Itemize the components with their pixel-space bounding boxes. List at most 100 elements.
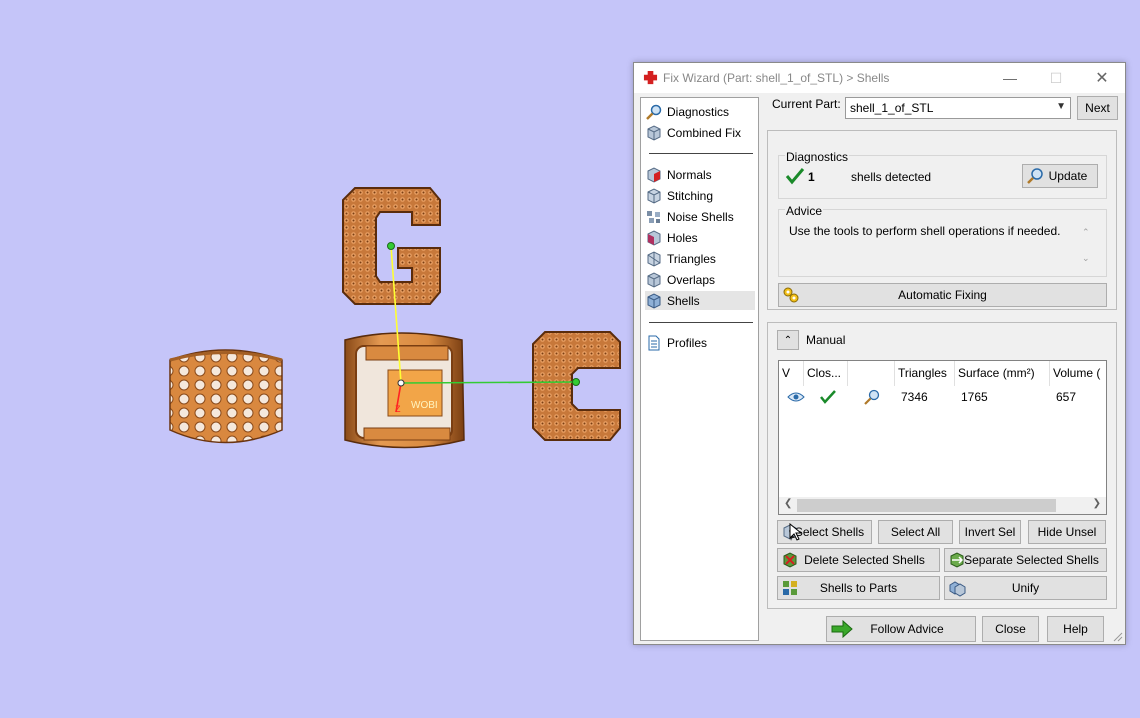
select-all-button[interactable]: Select All bbox=[878, 520, 953, 544]
shell-count: 1 bbox=[808, 170, 815, 184]
nav-item-stitching[interactable]: Stitching bbox=[645, 186, 755, 205]
part-label: WOBI bbox=[411, 400, 438, 411]
collapse-manual-button[interactable]: ⌃ bbox=[777, 330, 799, 350]
nav-label: Diagnostics bbox=[667, 104, 730, 119]
eye-icon[interactable] bbox=[784, 388, 808, 406]
nav-label: Shells bbox=[667, 293, 700, 308]
nav-label: Profiles bbox=[667, 335, 708, 350]
shells-to-parts-label: Shells to Parts bbox=[819, 581, 898, 595]
volume-value: 657 bbox=[1056, 390, 1077, 404]
shells-to-parts-icon bbox=[783, 581, 797, 595]
column-header-closed[interactable]: Clos... bbox=[804, 361, 848, 386]
normals-cube-icon bbox=[647, 166, 661, 183]
cube-icon bbox=[647, 124, 661, 141]
shells-to-parts-button[interactable]: Shells to Parts bbox=[777, 576, 940, 600]
fix-wizard-window: Fix Wizard (Part: shell_1_of_STL) > Shel… bbox=[633, 62, 1126, 645]
wizard-nav: Diagnostics Combined Fix Normals Stitchi… bbox=[640, 97, 759, 641]
column-header-surface[interactable]: Surface (mm²) bbox=[955, 361, 1050, 386]
document-icon bbox=[648, 335, 660, 350]
shells-cube-icon bbox=[647, 292, 661, 309]
triangles-cube-icon bbox=[647, 250, 661, 267]
maximize-button[interactable]: ☐ bbox=[1033, 63, 1079, 93]
diagnostics-title: Diagnostics bbox=[785, 150, 850, 164]
magnifier-icon[interactable] bbox=[860, 388, 884, 406]
scroll-right-icon[interactable]: ❯ bbox=[1093, 498, 1101, 509]
separate-selected-shells-button[interactable]: Separate Selected Shells bbox=[944, 548, 1107, 572]
chevron-down-icon: ▼ bbox=[1056, 101, 1066, 112]
nav-label: Stitching bbox=[667, 188, 714, 203]
nav-label: Triangles bbox=[667, 251, 716, 266]
delete-selected-label: Delete Selected Shells bbox=[804, 553, 925, 567]
hide-unselected-button[interactable]: Hide Unsel bbox=[1028, 520, 1106, 544]
nav-item-combined-fix[interactable]: Combined Fix bbox=[645, 123, 755, 142]
double-chevron-up-icon: ⌃ bbox=[783, 334, 793, 346]
close-button[interactable]: Close bbox=[982, 616, 1039, 642]
holes-cube-icon bbox=[647, 229, 661, 246]
nav-divider bbox=[649, 153, 753, 154]
resize-grip-icon[interactable] bbox=[1113, 632, 1123, 642]
nav-item-holes[interactable]: Holes bbox=[645, 228, 755, 247]
unify-icon bbox=[949, 581, 966, 597]
current-part-label: Current Part: bbox=[772, 97, 841, 111]
gears-icon bbox=[783, 287, 799, 303]
horizontal-scrollbar[interactable]: ❮ ❯ bbox=[779, 497, 1106, 514]
scroll-left-icon[interactable]: ❮ bbox=[784, 498, 792, 509]
nav-label: Holes bbox=[667, 230, 698, 245]
perforated-ring-model bbox=[169, 349, 283, 444]
column-header-inspect[interactable] bbox=[848, 361, 895, 386]
advice-title: Advice bbox=[785, 204, 824, 218]
unify-button[interactable]: Unify bbox=[944, 576, 1107, 600]
checkmark-icon bbox=[785, 168, 805, 185]
red-cross-icon bbox=[643, 70, 658, 85]
nav-item-profiles[interactable]: Profiles bbox=[645, 333, 755, 352]
update-button[interactable]: Update bbox=[1022, 164, 1098, 188]
arrow-right-icon bbox=[831, 620, 853, 638]
separate-selected-label: Separate Selected Shells bbox=[964, 553, 1099, 567]
delete-selected-shells-button[interactable]: Delete Selected Shells bbox=[777, 548, 940, 572]
column-header-visible[interactable]: V bbox=[779, 361, 804, 386]
help-button[interactable]: Help bbox=[1047, 616, 1104, 642]
nav-label: Overlaps bbox=[667, 272, 716, 287]
nav-item-shells[interactable]: Shells bbox=[645, 291, 755, 310]
nav-item-diagnostics[interactable]: Diagnostics bbox=[645, 102, 755, 121]
window-title: Fix Wizard (Part: shell_1_of_STL) > Shel… bbox=[663, 71, 890, 85]
magnifier-icon bbox=[1027, 168, 1043, 184]
close-window-button[interactable]: ✕ bbox=[1079, 63, 1125, 93]
current-part-select[interactable]: shell_1_of_STL ▼ bbox=[845, 97, 1071, 119]
overlaps-cube-icon bbox=[647, 271, 661, 288]
nav-item-overlaps[interactable]: Overlaps bbox=[645, 270, 755, 289]
column-header-volume[interactable]: Volume ( bbox=[1050, 361, 1106, 386]
advice-text: Use the tools to perform shell operation… bbox=[789, 224, 1061, 238]
manual-title: Manual bbox=[806, 333, 846, 347]
signet-ring-model: WOBI bbox=[344, 332, 465, 449]
automatic-fixing-button[interactable]: Automatic Fixing bbox=[778, 283, 1107, 307]
checkmark-icon bbox=[816, 388, 840, 406]
scrollbar-thumb[interactable] bbox=[797, 499, 1056, 512]
column-header-triangles[interactable]: Triangles bbox=[895, 361, 955, 386]
nav-label: Normals bbox=[667, 167, 712, 182]
triangles-value: 7346 bbox=[901, 390, 928, 404]
3d-viewport[interactable]: WOBI Z bbox=[0, 0, 630, 718]
shells-table: V Clos... Triangles Surface (mm²) Volume… bbox=[778, 360, 1107, 515]
advice-scrollbar[interactable]: ⌃ ⌄ bbox=[1082, 219, 1090, 271]
nav-item-noise-shells[interactable]: Noise Shells bbox=[645, 207, 755, 226]
mouse-cursor-icon bbox=[789, 523, 801, 541]
current-part-value: shell_1_of_STL bbox=[850, 101, 934, 115]
minimize-button[interactable]: — bbox=[987, 63, 1033, 93]
follow-advice-button[interactable]: Follow Advice bbox=[826, 616, 976, 642]
automatic-fixing-label: Automatic Fixing bbox=[898, 288, 987, 302]
surface-value: 1765 bbox=[961, 390, 988, 404]
separate-shells-icon bbox=[950, 552, 964, 568]
follow-advice-label: Follow Advice bbox=[870, 622, 944, 636]
nav-item-triangles[interactable]: Triangles bbox=[645, 249, 755, 268]
next-button[interactable]: Next bbox=[1077, 96, 1118, 120]
title-bar: Fix Wizard (Part: shell_1_of_STL) > Shel… bbox=[634, 63, 1125, 93]
nav-item-normals[interactable]: Normals bbox=[645, 165, 755, 184]
z-axis-label: Z bbox=[395, 404, 401, 414]
unify-label: Unify bbox=[1011, 581, 1040, 595]
nav-label: Combined Fix bbox=[667, 125, 742, 140]
invert-selection-button[interactable]: Invert Sel bbox=[959, 520, 1021, 544]
noise-shells-icon bbox=[647, 210, 660, 223]
shells-detected-text: shells detected bbox=[851, 170, 932, 184]
letter-c-model bbox=[532, 331, 621, 441]
